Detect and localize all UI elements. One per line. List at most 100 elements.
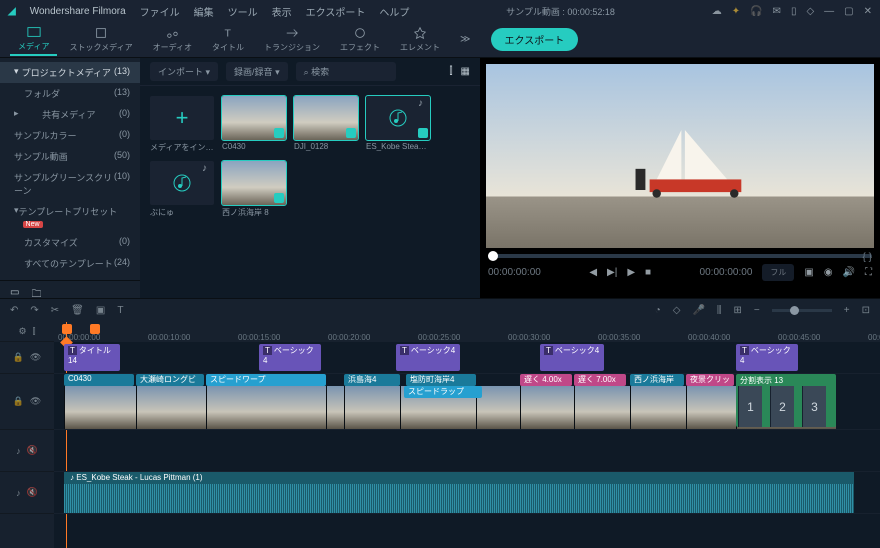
title-clip[interactable]: ベーシック4 xyxy=(396,344,460,371)
prev-frame-icon[interactable]: ◀ xyxy=(589,267,597,278)
undo-icon[interactable]: ↶ xyxy=(10,305,18,316)
sidebar-item-shared[interactable]: 共有メディア(0) xyxy=(0,104,140,125)
mixer-icon[interactable]: ⫼ xyxy=(717,305,722,316)
tl-settings-icon[interactable]: ⚙ xyxy=(19,326,27,337)
video-clip-label[interactable]: 遅く 4.00x xyxy=(520,374,572,386)
media-thumb[interactable]: ♪ぶにゅ xyxy=(150,161,214,218)
marker-icon[interactable] xyxy=(62,324,72,334)
stop-icon[interactable]: ■ xyxy=(645,267,651,278)
tab-effect[interactable]: エフェクト xyxy=(332,24,388,55)
menu-file[interactable]: ファイル xyxy=(140,4,180,19)
filter-icon[interactable]: ⫿ xyxy=(449,66,452,77)
sidebar-item-color[interactable]: サンプルカラー(0) xyxy=(0,125,140,146)
text-tool-icon[interactable]: T xyxy=(117,305,123,316)
crop-icon[interactable]: ▣ xyxy=(804,267,813,278)
crop-tool-icon[interactable]: ▣ xyxy=(96,305,105,316)
tab-transition[interactable]: トランジション xyxy=(256,24,328,55)
message-icon[interactable]: ✉ xyxy=(773,6,781,17)
search-input[interactable]: ⌕ 検索 xyxy=(296,62,396,81)
close-icon[interactable]: ✕ xyxy=(864,6,872,17)
menu-export[interactable]: エクスポート xyxy=(306,4,366,19)
video-clip-label[interactable]: 塩防町海岸4 xyxy=(406,374,476,386)
preview-scrubber[interactable]: { } xyxy=(488,254,872,258)
video-track[interactable]: C0430大瀬崎ロングビーチスピードワープ浜島海4塩防町海岸4スピードラップ遅く… xyxy=(54,374,880,430)
fullscreen-icon[interactable]: ⛶ xyxy=(865,267,872,278)
redo-icon[interactable]: ↷ xyxy=(30,305,38,316)
zoom-out-icon[interactable]: − xyxy=(754,305,760,316)
media-thumb[interactable]: C0430 xyxy=(222,96,286,153)
menu-edit[interactable]: 編集 xyxy=(194,4,214,19)
tabs-more-icon[interactable]: ≫ xyxy=(452,34,478,45)
preview-video[interactable] xyxy=(486,64,874,248)
support-icon[interactable]: 🎧 xyxy=(750,6,762,17)
menu-tools[interactable]: ツール xyxy=(228,4,258,19)
timeline-ruler[interactable]: 00:00:00:0000:00:10:0000:00:15:0000:00:2… xyxy=(54,322,880,342)
audio-track-icon[interactable]: ♪ xyxy=(16,488,21,498)
sidebar-item-folder[interactable]: フォルダ(13) xyxy=(0,83,140,104)
track-mute-icon[interactable]: 🔇 xyxy=(27,445,38,456)
auto-icon[interactable]: ⊞ xyxy=(734,305,742,316)
title-clip[interactable]: タイトル14 xyxy=(64,344,120,371)
play-prev-icon[interactable]: ▶| xyxy=(607,267,617,278)
media-thumb[interactable]: 西ノ浜海岸 8 xyxy=(222,161,286,218)
split-cell[interactable]: 2 xyxy=(770,386,794,427)
audio-clip[interactable]: ♪ ES_Kobe Steak - Lucas Pittman (1) xyxy=(64,472,854,513)
minimize-icon[interactable]: — xyxy=(824,6,834,17)
quality-dropdown[interactable]: フル xyxy=(762,264,794,281)
title-clip[interactable]: ベーシック4 xyxy=(259,344,321,371)
save-icon[interactable]: ▭ xyxy=(10,287,19,304)
track-lock-icon[interactable]: 🔒 xyxy=(13,352,24,363)
cut-icon[interactable]: ✂ xyxy=(51,305,59,316)
video-clip-label[interactable]: C0430 xyxy=(64,374,134,386)
sidebar-item-alltpl[interactable]: すべてのテンプレート(24) xyxy=(0,253,140,274)
split-cell[interactable]: 1 xyxy=(738,386,762,427)
sidebar-item-template[interactable]: テンプレートプリセットNew xyxy=(0,201,140,232)
tab-element[interactable]: エレメント xyxy=(392,24,448,55)
sort-dropdown[interactable]: 録画/録音 ▾ xyxy=(226,62,288,81)
track-lock-icon[interactable]: 🔒 xyxy=(13,396,24,407)
media-thumb[interactable]: DJI_0128 xyxy=(294,96,358,153)
video-clip-label[interactable]: 遅く 7.00x xyxy=(574,374,626,386)
video-clip-label[interactable]: 浜島海4 xyxy=(344,374,400,386)
marker-icon[interactable]: ◔ xyxy=(655,305,661,316)
track-eye-icon[interactable]: 👁 xyxy=(30,396,41,407)
video-clip-label[interactable]: 西ノ浜海岸 xyxy=(630,374,684,386)
tl-filter-icon[interactable]: ⫿ xyxy=(33,326,36,337)
sidebar-item-custom[interactable]: カスタマイズ(0) xyxy=(0,232,140,253)
title-clip[interactable]: ベーシック4 xyxy=(540,344,604,371)
volume-icon[interactable]: 🔊 xyxy=(843,267,855,278)
menu-help[interactable]: ヘルプ xyxy=(379,4,409,19)
tab-media[interactable]: メディア xyxy=(10,23,57,56)
fit-icon[interactable]: ⊡ xyxy=(862,305,870,316)
folder-icon[interactable]: 🗀 xyxy=(31,287,41,304)
marker-icon[interactable] xyxy=(90,324,100,334)
title-track[interactable]: タイトル14 ベーシック4 ベーシック4 ベーシック4 ベーシック4 xyxy=(54,342,880,374)
track-eye-icon[interactable]: 👁 xyxy=(30,352,41,363)
video-clip-label[interactable]: 大瀬崎ロングビーチ xyxy=(136,374,204,386)
grid-icon[interactable]: ▦ xyxy=(461,66,470,77)
audio-track-1[interactable] xyxy=(54,430,880,472)
notif-icon[interactable]: ▯ xyxy=(791,6,797,17)
audio-track-2[interactable]: ♪ ES_Kobe Steak - Lucas Pittman (1) xyxy=(54,472,880,514)
tips-icon[interactable]: ✦ xyxy=(732,6,740,17)
video-clip-label[interactable]: スピードワープ xyxy=(206,374,326,386)
tab-title[interactable]: Tタイトル xyxy=(204,24,252,55)
zoom-in-icon[interactable]: + xyxy=(844,305,850,316)
delete-icon[interactable]: 🗑 xyxy=(71,305,84,316)
sidebar-item-project[interactable]: プロジェクトメディア(13) xyxy=(0,62,140,83)
split-cell[interactable]: 3 xyxy=(802,386,826,427)
zoom-slider[interactable] xyxy=(772,309,832,312)
cloud-icon[interactable]: ☁ xyxy=(712,6,722,17)
snapshot-icon[interactable]: ◉ xyxy=(824,267,833,278)
title-clip[interactable]: ベーシック4 xyxy=(736,344,798,371)
sidebar-item-green[interactable]: サンプルグリーンスクリーン(10) xyxy=(0,167,140,201)
import-dropdown[interactable]: インポート ▾ xyxy=(150,62,218,81)
keyframe-icon[interactable]: ◇ xyxy=(673,305,681,316)
maximize-icon[interactable]: ▢ xyxy=(844,6,853,17)
audio-track-icon[interactable]: ♪ xyxy=(16,446,21,456)
menu-view[interactable]: 表示 xyxy=(272,4,292,19)
track-mute-icon[interactable]: 🔇 xyxy=(27,487,38,498)
video-clip-label[interactable]: 夜景クリップ xyxy=(686,374,734,386)
mic-icon[interactable]: 🎤 xyxy=(692,305,704,316)
account-icon[interactable]: ◇ xyxy=(806,6,814,17)
